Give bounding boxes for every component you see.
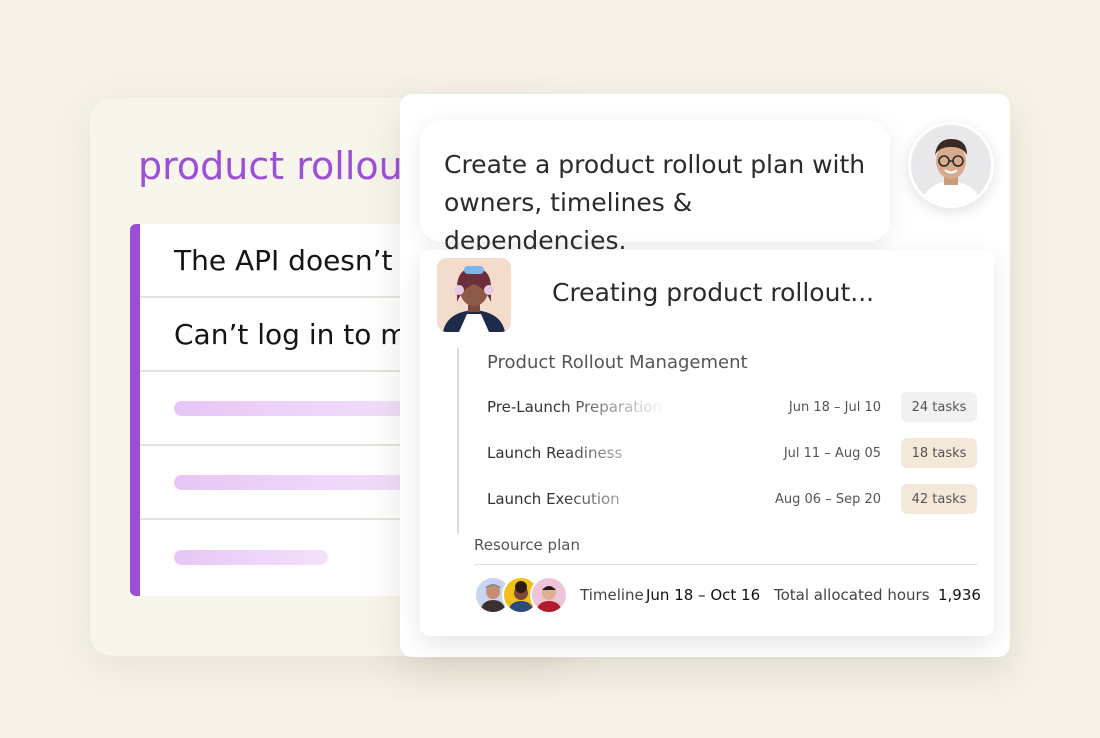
phase-dates: Aug 06 – Sep 20: [775, 492, 881, 507]
allocated-hours-value: 1,936: [938, 586, 981, 604]
timeline-rail: [457, 348, 459, 534]
phase-name: Launch Readiness: [487, 444, 623, 462]
timeline-label: Timeline: [580, 586, 644, 604]
prompt-line-1: Create a product rollout plan with: [444, 150, 866, 179]
resource-plan-label: Resource plan: [474, 536, 580, 554]
list-title: product rollou: [138, 144, 403, 188]
assistant-avatar-image: [437, 258, 511, 332]
assistant-avatar: [437, 258, 511, 332]
phase-name: Launch Execution: [487, 490, 620, 508]
allocated-hours-label: Total allocated hours: [774, 586, 930, 604]
phase-row[interactable]: Launch Execution Aug 06 – Sep 20 42 task…: [487, 484, 977, 514]
phase-name: Pre-Launch Preparation: [487, 398, 662, 416]
chat-card: Create a product rollout plan with owner…: [400, 94, 1010, 657]
user-prompt-bubble: Create a product rollout plan with owner…: [420, 120, 890, 255]
list-item-text: Can’t log in to my: [174, 317, 425, 351]
task-count-badge: 18 tasks: [901, 438, 977, 468]
phase-row[interactable]: Pre-Launch Preparation Jun 18 – Jul 10 2…: [487, 392, 977, 422]
assistant-response-panel: Creating product rollout... Product Roll…: [420, 250, 994, 636]
phase-dates: Jul 11 – Aug 05: [783, 446, 881, 461]
assistant-status: Creating product rollout...: [552, 278, 875, 307]
user-avatar: [908, 122, 994, 208]
timeline-value: Jun 18 – Oct 16: [646, 586, 761, 604]
phase-row[interactable]: Launch Readiness Jul 11 – Aug 05 18 task…: [487, 438, 977, 468]
resource-divider: [474, 564, 978, 565]
list-item-text: The API doesn’t w: [174, 243, 425, 277]
prompt-line-2: owners, timelines & dependencies.: [444, 188, 693, 255]
placeholder-bar: [174, 400, 434, 416]
placeholder-bar: [174, 474, 434, 490]
placeholder-bar: [174, 549, 328, 565]
plan-title: Product Rollout Management: [487, 352, 748, 373]
team-avatars: [474, 576, 574, 614]
task-count-badge: 42 tasks: [901, 484, 977, 514]
user-avatar-image: [911, 125, 991, 205]
phase-dates: Jun 18 – Jul 10: [788, 400, 881, 415]
task-count-badge: 24 tasks: [901, 392, 977, 422]
team-avatar: [530, 576, 568, 614]
